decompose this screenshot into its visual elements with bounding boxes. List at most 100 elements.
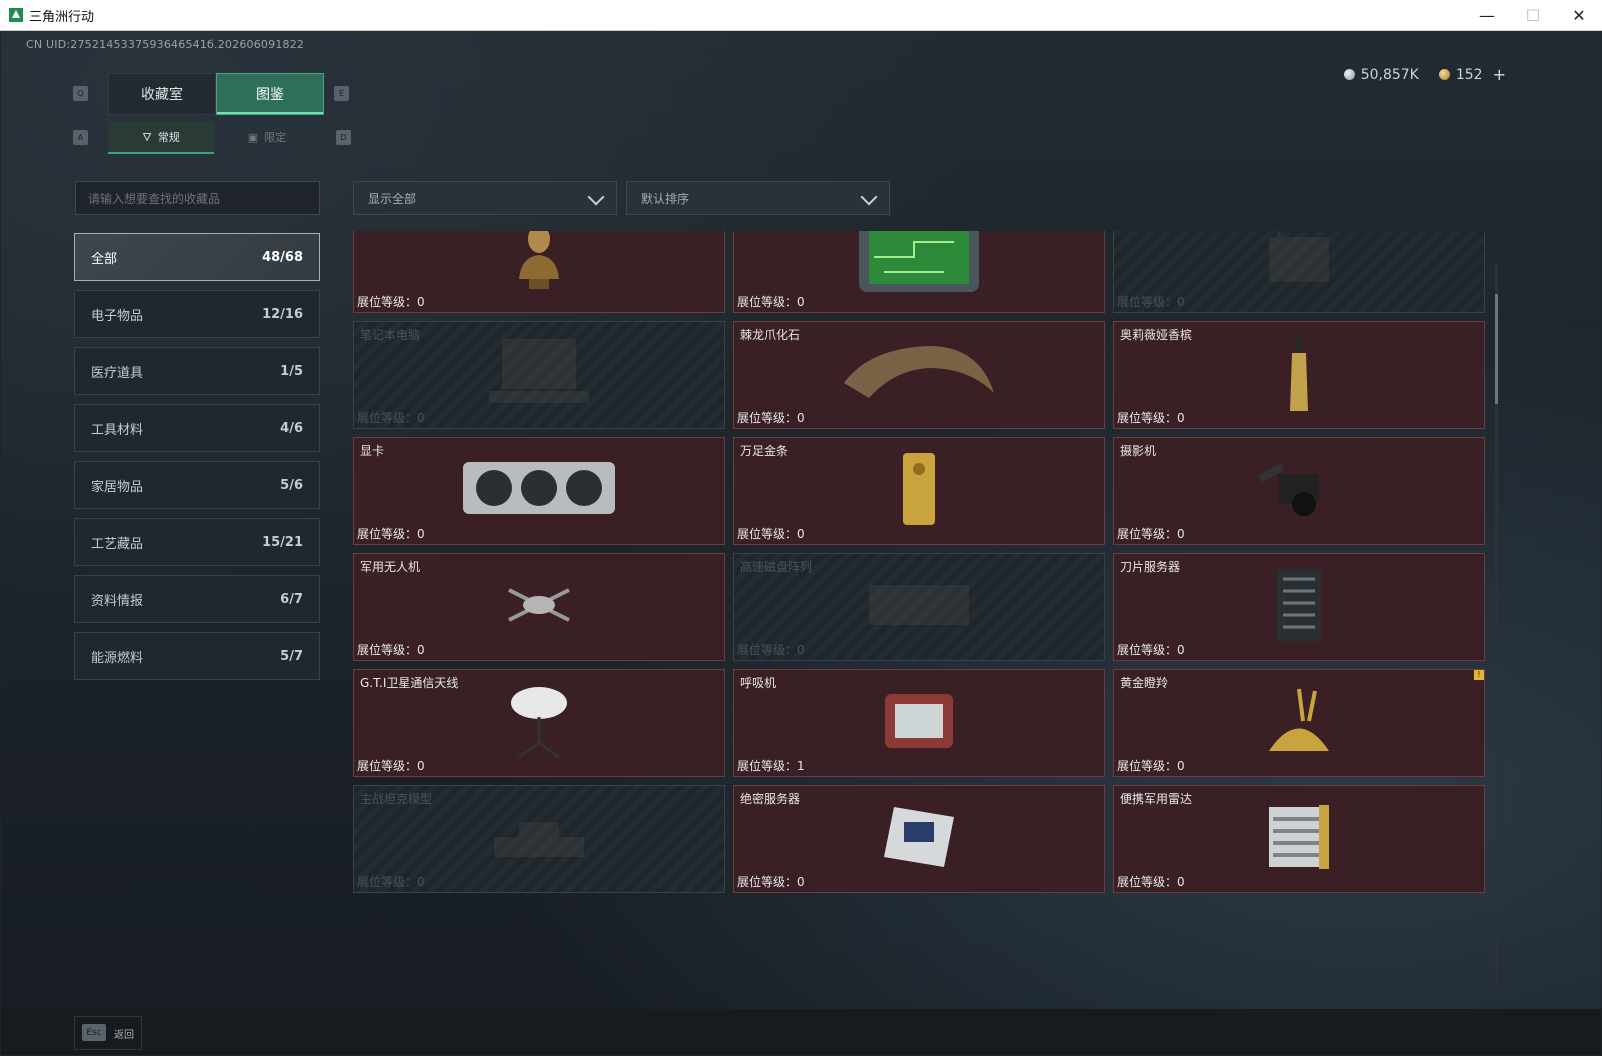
collectible-card[interactable]: 克劳迪乌斯半身像展位等级：0 — [353, 231, 725, 313]
display-level: 展位等级：0 — [737, 873, 805, 890]
filter-dropdown[interactable]: 显示全部 — [353, 181, 617, 215]
collectible-card[interactable]: 万足金条 展位等级：0 — [733, 437, 1105, 545]
laptop-icon — [484, 333, 594, 417]
collectible-card[interactable]: 便携军用雷达 展位等级：0 — [1113, 785, 1485, 893]
maximize-button[interactable]: ☐ — [1510, 0, 1556, 30]
display-level-label: 展位等级： — [357, 295, 418, 309]
scrollbar-thumb[interactable] — [1495, 294, 1498, 404]
collectible-card[interactable]: 刀片服务器 展位等级：0 — [1113, 553, 1485, 661]
collectible-card[interactable]: 绝密服务器 展位等级：0 — [733, 785, 1105, 893]
tab-codex[interactable]: 图鉴 — [216, 73, 324, 115]
close-button[interactable]: ✕ — [1556, 0, 1602, 30]
radar-icon — [1259, 797, 1339, 881]
collectible-card[interactable]: 高速磁盘阵列 展位等级：0 — [733, 553, 1105, 661]
display-level: 展位等级：0 — [357, 409, 425, 426]
uid-label: CN UID:2752145337593646541б.202606091822 — [26, 38, 305, 51]
display-level-value: 0 — [797, 643, 805, 657]
chevron-down-icon — [860, 188, 878, 206]
gold-bar-icon — [899, 449, 939, 533]
collectible-card[interactable]: 摄影机 展位等级：0 — [1113, 437, 1485, 545]
collectible-name: 军用无人机 — [360, 560, 421, 574]
category-label: 工艺藏品 — [91, 536, 144, 552]
display-level: 展位等级：0 — [1117, 525, 1185, 542]
display-level-value: 0 — [417, 643, 425, 657]
app-logo-icon — [9, 8, 23, 22]
camera-icon — [1254, 454, 1344, 528]
minimize-button[interactable]: — — [1464, 0, 1510, 30]
collectible-card[interactable]: 军用控制终端展位等级：0 — [733, 231, 1105, 313]
collectible-card[interactable]: 显卡 展位等级：0 — [353, 437, 725, 545]
collectible-name: 高速磁盘阵列 — [740, 560, 813, 574]
display-level-label: 展位等级： — [737, 411, 798, 425]
display-level: 展位等级：0 — [1117, 873, 1185, 890]
collectible-card[interactable]: 棘龙爪化石 展位等级：0 — [733, 321, 1105, 429]
collectible-name: 笔记本电脑 — [360, 328, 421, 342]
tab-limited[interactable]: ▣ 限定 — [214, 122, 320, 152]
category-crafts[interactable]: 工艺藏品 15/21 — [74, 518, 320, 566]
display-level: 展位等级：1 — [737, 757, 805, 774]
collectible-name: 刀片服务器 — [1120, 560, 1181, 574]
display-level-value: 0 — [417, 759, 425, 773]
category-energy[interactable]: 能源燃料 5/7 — [74, 632, 320, 680]
collectible-name: G.T.I卫星通信天线 — [360, 676, 459, 690]
display-level-value: 0 — [1177, 527, 1185, 541]
collectible-card[interactable]: 主战坦克模型 展位等级：0 — [353, 785, 725, 893]
window-titlebar: 三角洲行动 — ☐ ✕ — [0, 0, 1602, 31]
main-tabs: 收藏室 图鉴 — [108, 73, 324, 115]
collectible-card[interactable]: G.T.I卫星通信天线 展位等级：0 — [353, 669, 725, 777]
game-stage: CN UID:2752145337593646541б.202606091822… — [1, 31, 1601, 1055]
display-level-value: 0 — [417, 295, 425, 309]
category-count: 5/6 — [280, 477, 303, 493]
display-level-value: 0 — [1177, 295, 1185, 309]
bottom-bar: Esc 返回 — [1, 1009, 1601, 1055]
display-level-value: 0 — [1177, 411, 1185, 425]
tab-collection-room[interactable]: 收藏室 — [108, 73, 216, 115]
satellite-dish-icon — [504, 681, 574, 765]
sort-dropdown[interactable]: 默认排序 — [626, 181, 890, 215]
display-level-value: 0 — [417, 875, 425, 889]
collectible-card[interactable]: 军用电台展位等级：0 — [1113, 231, 1485, 313]
category-intel[interactable]: 资料情报 6/7 — [74, 575, 320, 623]
search-input[interactable]: 请输入想要查找的收藏品 — [75, 181, 320, 215]
alert-badge-icon: ! — [1474, 670, 1484, 680]
gold-gazelle-icon — [1259, 681, 1339, 765]
collectible-card[interactable]: 奥莉薇娅香槟 展位等级：0 — [1113, 321, 1485, 429]
display-level-value: 0 — [417, 411, 425, 425]
blade-server-icon — [1269, 565, 1329, 649]
add-currency-button[interactable]: + — [1493, 65, 1506, 84]
category-count: 12/16 — [262, 306, 303, 322]
chevron-down-icon — [587, 188, 605, 206]
display-level: 展位等级：0 — [357, 293, 425, 310]
scrollbar[interactable] — [1495, 264, 1498, 986]
category-medical[interactable]: 医疗道具 1/5 — [74, 347, 320, 395]
display-level-label: 展位等级： — [1117, 759, 1178, 773]
category-all[interactable]: 全部 48/68 — [74, 233, 320, 281]
tank-model-icon — [484, 807, 594, 871]
category-electronics[interactable]: 电子物品 12/16 — [74, 290, 320, 338]
gold-coin-icon — [1438, 69, 1450, 80]
display-level: 展位等级：0 — [737, 641, 805, 658]
tab-regular[interactable]: 🜄 常规 — [108, 122, 214, 154]
category-label: 工具材料 — [91, 422, 144, 438]
collectible-name: 便携军用雷达 — [1120, 792, 1193, 806]
terminal-icon — [854, 231, 984, 301]
back-label: 返回 — [114, 1030, 134, 1041]
collectible-card[interactable]: 黄金瞪羚 展位等级：0! — [1113, 669, 1485, 777]
category-count: 1/5 — [280, 363, 303, 379]
display-level-label: 展位等级： — [737, 875, 798, 889]
collectible-card[interactable]: 军用无人机 展位等级：0 — [353, 553, 725, 661]
category-label: 资料情报 — [91, 593, 144, 609]
esc-key-hint: Esc — [82, 1024, 106, 1041]
display-level: 展位等级：0 — [357, 873, 425, 890]
collectible-card[interactable]: 笔记本电脑展位等级：0 — [353, 321, 725, 429]
bust-icon — [509, 231, 569, 301]
sub-tabs: 🜄 常规 ▣ 限定 — [108, 122, 320, 154]
display-level-value: 0 — [417, 527, 425, 541]
ventilator-icon — [879, 686, 959, 760]
silver-currency: 50,857K — [1343, 65, 1419, 84]
category-count: 15/21 — [262, 534, 303, 550]
category-tools[interactable]: 工具材料 4/6 — [74, 404, 320, 452]
collectible-card[interactable]: 呼吸机 展位等级：1 — [733, 669, 1105, 777]
display-level-value: 0 — [1177, 759, 1185, 773]
category-household[interactable]: 家居物品 5/6 — [74, 461, 320, 509]
